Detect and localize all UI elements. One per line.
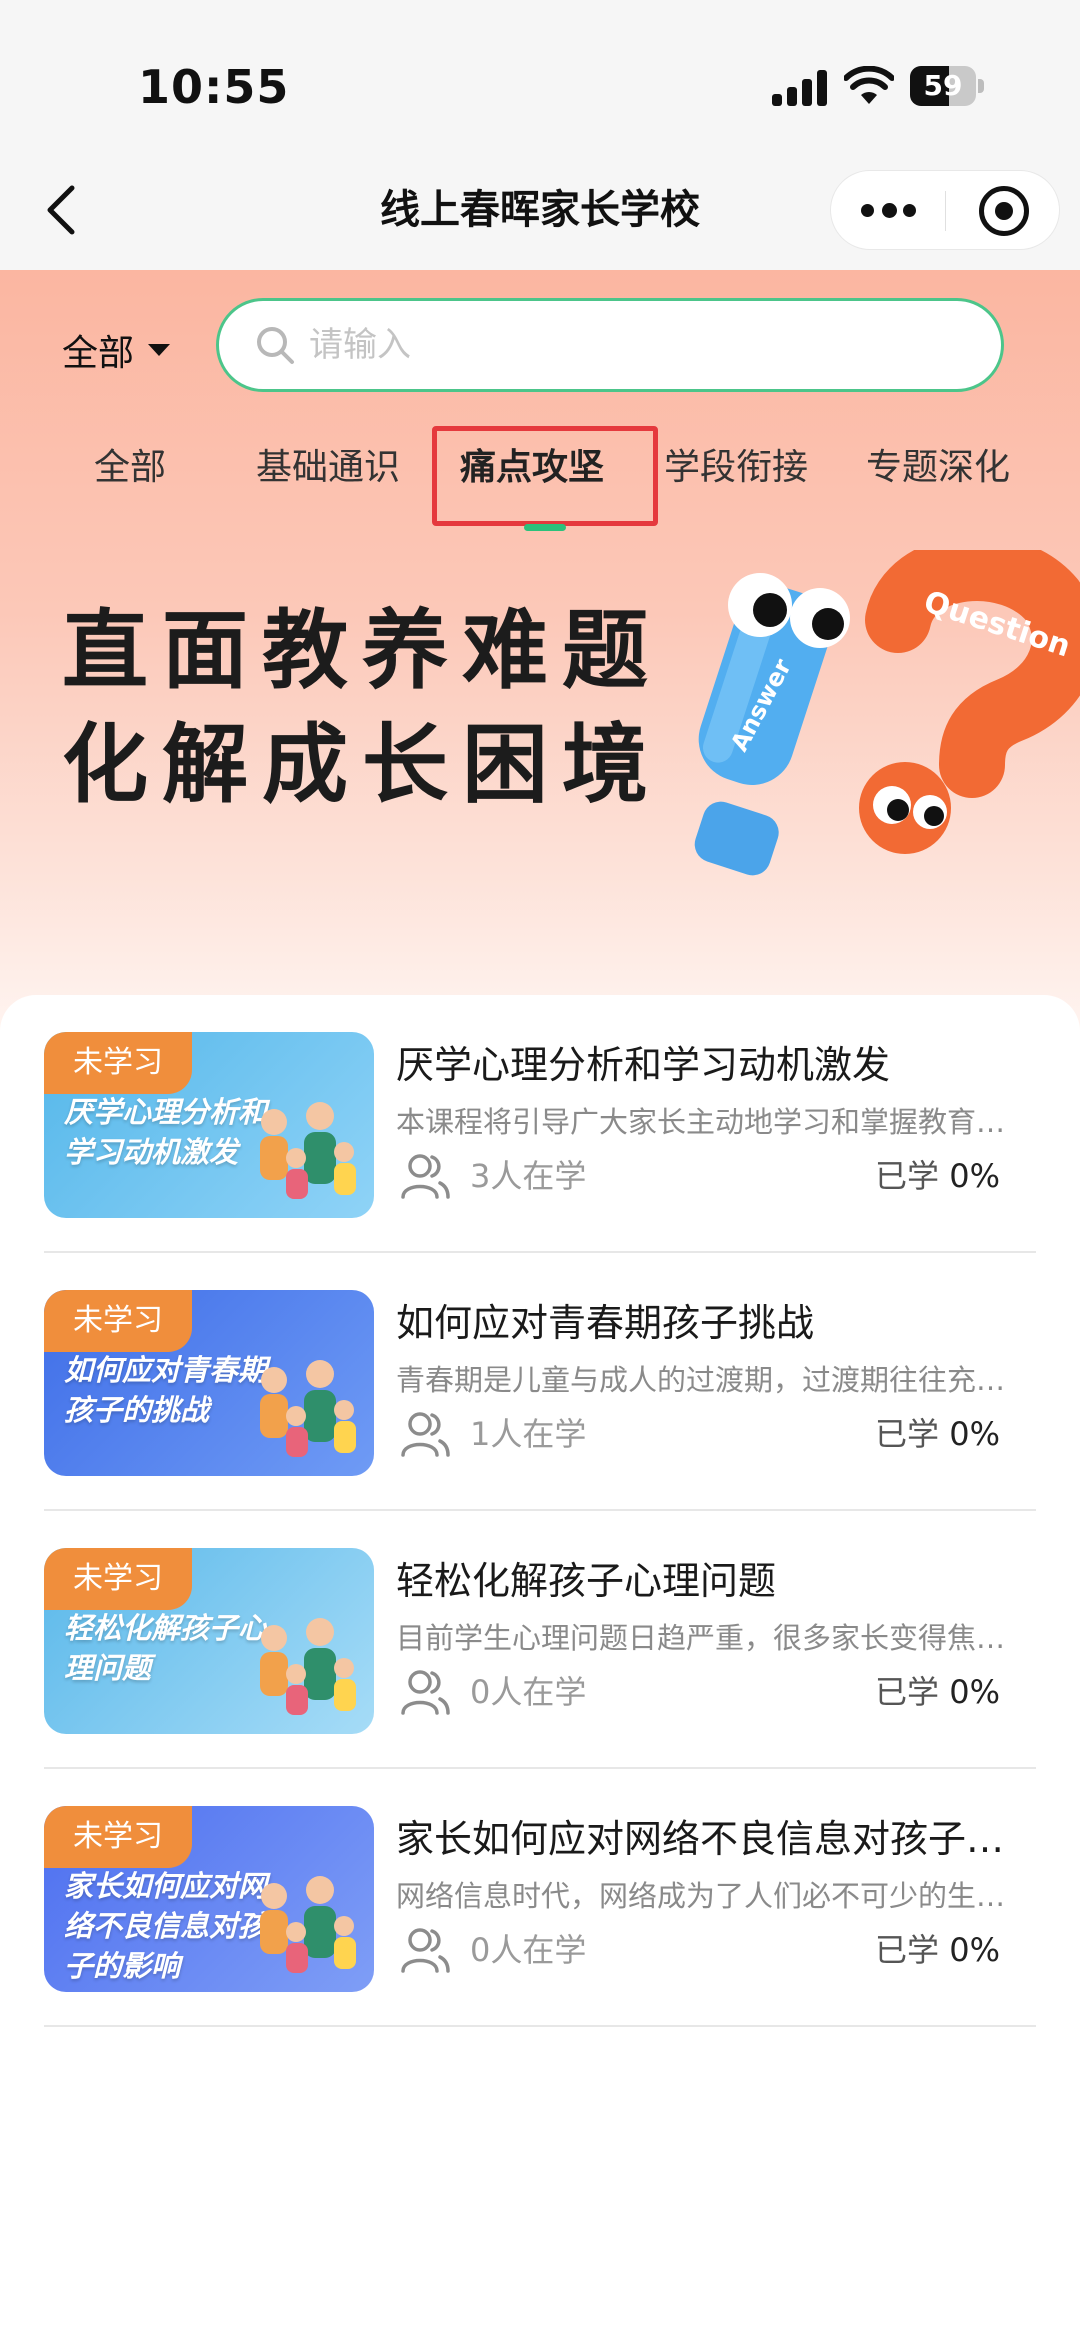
tab-stage-transition[interactable]: 学段衔接 [664,438,808,490]
learners-count: 3人在学 [470,1157,587,1195]
progress-value: 0% [949,1415,1000,1453]
learners-icon [401,1670,450,1715]
learners-icon [401,1928,450,1973]
progress-value: 0% [949,1931,1000,1969]
tab-special-topics[interactable]: 专题深化 [866,438,1010,490]
progress-label: 已学 [875,1415,940,1453]
course-list-item[interactable]: 如何应对青春期孩子的挑战 未学习 如何应对青春期孩子挑战 青春期是儿童与成人的过… [44,1253,1036,1511]
cellular-signal-icon [772,70,828,106]
not-started-badge: 未学习 [44,1032,192,1094]
course-progress: 已学 0% [875,1669,1000,1715]
course-title: 轻松化解孩子心理问题 [396,1559,777,1603]
learners-icon [401,1154,450,1199]
search-input[interactable] [309,309,969,381]
progress-label: 已学 [875,1673,940,1711]
not-started-badge: 未学习 [44,1290,192,1352]
learners-count: 1人在学 [470,1415,587,1453]
learners-icon [401,1412,450,1457]
course-title: 厌学心理分析和学习动机激发 [396,1043,891,1087]
course-thumbnail: 家长如何应对网络不良信息对孩子的影响 未学习 [44,1806,374,1992]
not-started-badge: 未学习 [44,1548,192,1610]
mini-program-capsule [830,170,1060,250]
course-list-item[interactable]: 厌学心理分析和学习动机激发 未学习 厌学心理分析和学习动机激发 本课程将引导广大… [44,995,1036,1253]
back-icon[interactable] [38,182,88,238]
search-icon [257,327,294,364]
battery-level: 59 [923,69,963,102]
question-answer-illustration: Answer Question [694,550,1080,876]
course-list: 厌学心理分析和学习动机激发 未学习 厌学心理分析和学习动机激发 本课程将引导广大… [0,995,1080,2348]
course-description: 青春期是儿童与成人的过渡期，过渡期往往充满挑战 [396,1363,1016,1397]
course-description: 目前学生心理问题日趋严重，很多家长变得焦虑不安 [396,1621,1016,1655]
status-time: 10:55 [138,60,290,114]
status-bar: 10:55 59 [0,0,1080,150]
divider [44,2025,1036,2027]
page: 10:55 59 线上春晖家长学校 全部 请输入 全部 基础通识 痛点攻坚 学段… [0,0,1080,2348]
family-illustration [260,1360,356,1457]
caret-down-icon [148,344,171,356]
nav-bar: 线上春晖家长学校 [0,150,1080,270]
search-bar[interactable] [216,298,1004,392]
tab-highlight-box [432,426,658,526]
family-illustration [260,1102,356,1199]
course-list-item[interactable]: 轻松化解孩子心理问题 未学习 轻松化解孩子心理问题 目前学生心理问题日趋严重，很… [44,1511,1036,1769]
course-thumbnail: 如何应对青春期孩子的挑战 未学习 [44,1290,374,1476]
progress-label: 已学 [875,1931,940,1969]
hero-section: 全部 全部 基础通识 痛点攻坚 学段衔接 专题深化 直面教养难题 化解成长困境 [0,270,1080,1030]
course-thumbnail: 厌学心理分析和学习动机激发 未学习 [44,1032,374,1218]
wifi-icon [844,66,894,104]
course-progress: 已学 0% [875,1153,1000,1199]
banner-headline-1: 直面教养难题 [62,601,662,701]
active-tab-indicator [524,524,566,531]
course-progress: 已学 0% [875,1411,1000,1457]
learners-count: 0人在学 [470,1931,587,1969]
banner-headline-2: 化解成长困境 [62,715,662,815]
family-illustration [260,1876,356,1973]
tab-basics[interactable]: 基础通识 [256,438,400,490]
tab-all[interactable]: 全部 [94,438,166,490]
progress-label: 已学 [875,1157,940,1195]
more-icon[interactable] [861,199,917,223]
progress-value: 0% [949,1157,1000,1195]
course-title: 家长如何应对网络不良信息对孩子的影响 [396,1817,1016,1861]
battery-icon: 59 [910,66,984,106]
close-miniprogram-icon[interactable] [979,186,1029,236]
page-title: 线上春晖家长学校 [380,187,700,233]
course-description: 本课程将引导广大家长主动地学习和掌握教育孩子的方法 [396,1105,1016,1139]
category-filter-dropdown[interactable]: 全部 [62,320,171,380]
not-started-badge: 未学习 [44,1806,192,1868]
progress-value: 0% [949,1673,1000,1711]
course-thumbnail: 轻松化解孩子心理问题 未学习 [44,1548,374,1734]
course-list-item[interactable]: 家长如何应对网络不良信息对孩子的影响 未学习 家长如何应对网络不良信息对孩子的影… [44,1769,1036,2027]
course-progress: 已学 0% [875,1927,1000,1973]
family-illustration [260,1618,356,1715]
category-filter-label: 全部 [62,333,135,374]
course-description: 网络信息时代，网络成为了人们必不可少的生活工具 [396,1879,1016,1913]
course-title: 如何应对青春期孩子挑战 [396,1301,815,1345]
learners-count: 0人在学 [470,1673,587,1711]
